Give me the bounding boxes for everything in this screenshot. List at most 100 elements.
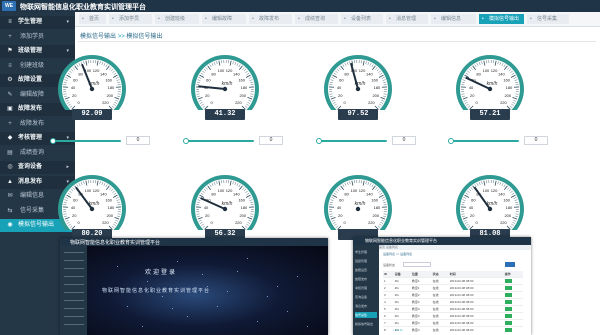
login-subtitle: 物联网智能信息化职业教育实训管理平台 (102, 288, 211, 294)
table-cell: 2019-03-08 08:00 (448, 326, 504, 333)
gauge-tick-label: 20 (470, 93, 475, 98)
gauge-readout: 57.21 (470, 109, 510, 120)
action-button[interactable] (504, 327, 512, 332)
action-button[interactable] (504, 278, 512, 283)
gauge-tick-label: 100 (351, 188, 358, 193)
value-slider-handle[interactable] (183, 138, 189, 144)
device-preview-sidebar-item[interactable]: 考核管理 (355, 285, 377, 291)
tab[interactable]: • 编辑信息 (431, 14, 476, 24)
star-dot (142, 326, 143, 327)
action-button[interactable] (504, 292, 512, 297)
tab[interactable]: • 模拟信号输出 (479, 14, 524, 24)
tab[interactable]: • 创建班级 (155, 14, 199, 24)
value-slider-track[interactable] (451, 140, 519, 142)
gauge-tick-label: 120 (226, 68, 233, 73)
device-preview-sidebar-item[interactable]: 故障设置 (355, 267, 377, 273)
table-cell: 7 (383, 319, 394, 327)
table-cell: 在线 (431, 284, 449, 292)
tab[interactable]: • 设备列表 (341, 14, 383, 24)
tab[interactable]: • 首页 (79, 14, 106, 24)
device-preview-sidebar-item[interactable]: 模拟信号输出 (355, 321, 377, 327)
value-slider-track[interactable] (319, 140, 387, 142)
gauge-tick-label: 120 (226, 188, 233, 193)
table-cell: 在线 (431, 312, 449, 320)
tab-close-icon[interactable]: • (252, 14, 254, 24)
value-slider-handle[interactable] (448, 138, 454, 144)
device-preview-sidebar-item[interactable]: 消息发布 (355, 303, 377, 309)
gauge-tick-label: 80 (344, 191, 349, 196)
tab[interactable]: • 消息管理 (386, 14, 428, 24)
sidebar-item-label: 模拟信号输出 (18, 222, 55, 228)
device-preview-sidebar-item[interactable]: 故障发布 (355, 276, 377, 282)
tab-close-icon[interactable]: • (344, 14, 346, 24)
device-preview-search-button[interactable] (505, 262, 515, 267)
sidebar-item[interactable]: ≡ 学生管理 ▾ (0, 16, 75, 29)
tab[interactable]: • 故障发布 (249, 14, 292, 24)
gauge-tick-label: 40 (469, 205, 474, 210)
sidebar-item-label: 创建班级 (20, 63, 45, 69)
device-preview-sidebar: 学生管理班级管理故障设置故障发布考核管理查询设备消息发布信号采集模拟信号输出 (353, 245, 379, 335)
table-cell: 2019-03-08 08:00 (448, 284, 504, 292)
gauge-tick-label: 180 (506, 205, 513, 210)
sidebar-item[interactable]: + 添加学员 (0, 31, 75, 44)
tab-label: 创建班级 (165, 16, 186, 22)
gauge-dial: 020406080100120140160180200220km/h (456, 55, 524, 110)
tab-close-icon[interactable]: • (530, 14, 532, 24)
tab-close-icon[interactable]: • (158, 14, 160, 24)
tab-close-icon[interactable]: • (389, 14, 391, 24)
tab[interactable]: • 成绩查询 (295, 14, 338, 24)
device-preview-sidebar-item[interactable]: 信号采集 (355, 312, 377, 318)
value-input[interactable]: 0 (392, 136, 416, 145)
tab-close-icon[interactable]: • (82, 14, 84, 24)
table-cell: 在线 (431, 277, 449, 285)
login-preview-menu-line (64, 276, 84, 277)
sidebar-item[interactable]: ◆ 考核管理 ▾ (0, 132, 75, 145)
tab-close-icon[interactable]: • (482, 14, 484, 24)
gauge-hub (355, 86, 361, 92)
action-button[interactable] (504, 285, 512, 290)
gauge-tick-label: 140 (498, 71, 505, 76)
tab-close-icon[interactable]: • (112, 14, 114, 24)
gauge-tick-label: 180 (506, 85, 513, 90)
value-slider-handle[interactable] (50, 138, 56, 144)
sidebar-item[interactable]: ▤ 成绩查询 (0, 147, 75, 160)
table-row: 4 ZG 教室2 在线 2019-03-08 08:00 (383, 298, 523, 306)
value-input[interactable]: 0 (259, 136, 283, 145)
value-slider-track[interactable] (53, 140, 121, 142)
gauge-dial: 020406080100120140160180200220km/h (191, 55, 259, 110)
table-cell: 4 (383, 298, 394, 306)
gauge-tick-label: 100 (218, 188, 225, 193)
tab[interactable]: • 信号采集 (527, 14, 569, 24)
device-preview-pagination[interactable]: ‹ 1 2 3 › (393, 328, 403, 332)
tab[interactable]: • 添加学员 (109, 14, 152, 24)
device-preview-sidebar-item[interactable]: 班级管理 (355, 258, 377, 264)
tab-close-icon[interactable]: • (205, 14, 207, 24)
tab-close-icon[interactable]: • (434, 14, 436, 24)
value-slider-handle[interactable] (316, 138, 322, 144)
device-preview-sidebar-item[interactable]: 学生管理 (355, 249, 377, 255)
tab[interactable]: • 编辑故障 (202, 14, 246, 24)
table-cell: 在线 (431, 305, 449, 313)
star-dot (237, 271, 238, 272)
sidebar-item-icon: ▣ (7, 106, 13, 112)
star-dot (127, 306, 128, 307)
device-preview-filter-select[interactable] (403, 262, 431, 267)
table-cell: 教室2 (410, 298, 432, 306)
value-input[interactable]: 0 (524, 136, 548, 145)
login-preview-sidebar (60, 246, 87, 335)
gauge-tick-label: 220 (102, 220, 109, 225)
action-button[interactable] (504, 306, 512, 311)
login-preview-menu-line (64, 252, 84, 253)
action-button[interactable] (504, 320, 512, 325)
value-slider-track[interactable] (186, 140, 254, 142)
gauge-tick-label: 180 (241, 205, 248, 210)
device-preview-sidebar-item[interactable]: 查询设备 (355, 294, 377, 300)
value-input[interactable]: 0 (126, 136, 150, 145)
star-dot (177, 261, 178, 262)
gauge-tick-label: 20 (205, 93, 210, 98)
action-button[interactable] (504, 299, 512, 304)
action-button[interactable] (504, 313, 512, 318)
tab-close-icon[interactable]: • (298, 14, 300, 24)
breadcrumb-parent[interactable]: 模拟信号输出 (80, 34, 116, 40)
gauge-tick-label: 140 (233, 71, 240, 76)
